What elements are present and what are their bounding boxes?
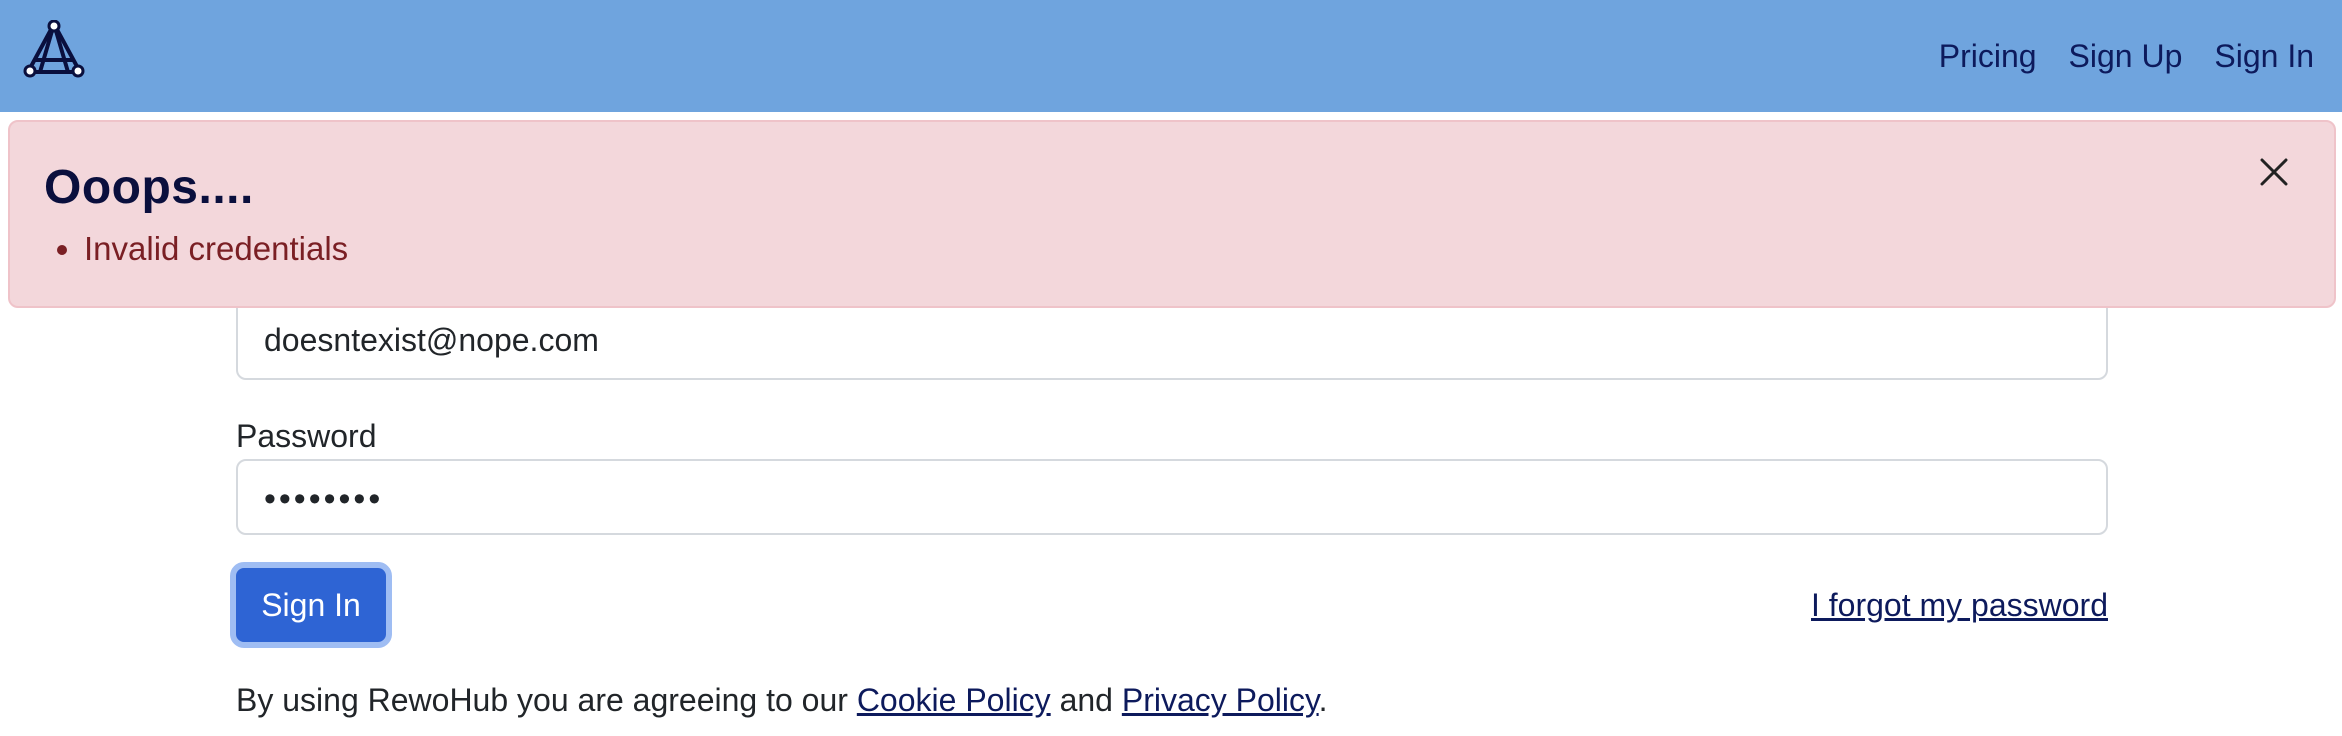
forgot-password-link[interactable]: I forgot my password <box>1811 587 2108 624</box>
error-alert: Ooops.... Invalid credentials <box>8 120 2336 308</box>
cookie-policy-link[interactable]: Cookie Policy <box>857 682 1051 718</box>
nav-link-pricing[interactable]: Pricing <box>1939 38 2037 75</box>
terms-middle: and <box>1050 682 1122 718</box>
alert-title: Ooops.... <box>44 161 254 214</box>
top-navbar: Pricing Sign Up Sign In <box>0 0 2342 112</box>
password-field[interactable]: •••••••• <box>236 459 2108 535</box>
alert-error-list: Invalid credentials <box>84 230 348 268</box>
alert-error-item: Invalid credentials <box>84 230 348 268</box>
triangle-logo-icon[interactable] <box>22 20 86 80</box>
email-field[interactable]: doesntexist@nope.com <box>236 300 2108 380</box>
password-label: Password <box>236 418 377 454</box>
close-icon[interactable] <box>2254 152 2294 192</box>
password-field-value: •••••••• <box>264 480 384 518</box>
nav-link-sign-up[interactable]: Sign Up <box>2069 38 2183 75</box>
terms-suffix: . <box>1318 682 1328 718</box>
nav-link-sign-in[interactable]: Sign In <box>2214 38 2314 75</box>
sign-in-button[interactable]: Sign In <box>230 562 392 648</box>
privacy-policy-link[interactable]: Privacy Policy <box>1122 682 1319 718</box>
nav-links: Pricing Sign Up Sign In <box>1939 0 2314 112</box>
terms-prefix: By using RewoHub you are agreeing to our <box>236 682 857 718</box>
email-field-value: doesntexist@nope.com <box>264 322 599 358</box>
terms-notice: By using RewoHub you are agreeing to our… <box>236 682 1328 719</box>
